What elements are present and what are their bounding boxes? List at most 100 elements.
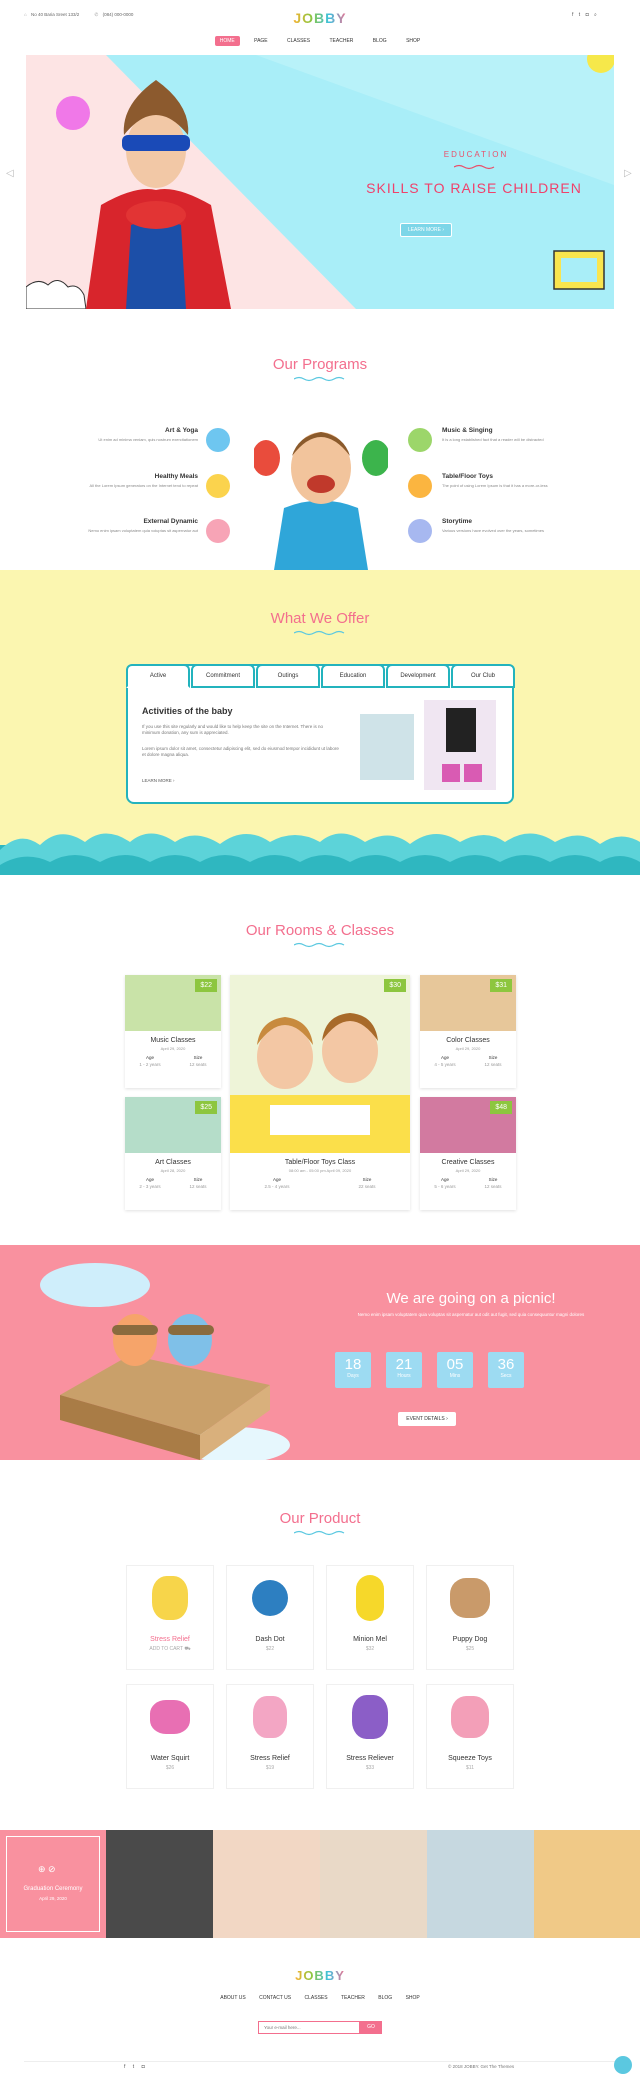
- art-icon: [206, 428, 230, 452]
- product-card[interactable]: Squeeze Toys $11: [426, 1684, 514, 1789]
- footer-nav-teacher[interactable]: TEACHER: [341, 1995, 365, 2001]
- logo-text: JOBBY: [293, 10, 347, 26]
- footer-logo-text: JOBBY: [295, 1968, 345, 1983]
- facebook-icon[interactable]: f: [124, 2064, 125, 2070]
- product-image: [127, 1685, 213, 1749]
- nav-classes[interactable]: CLASSES: [282, 36, 315, 46]
- nav-blog[interactable]: BLOG: [368, 36, 392, 46]
- program-storytime[interactable]: Storytime Various versions have evolved …: [442, 518, 552, 534]
- rooms-wave-divider: [294, 942, 345, 948]
- room-card-color[interactable]: $31 Color Classes April 29, 2020 Age 4 - …: [420, 975, 516, 1088]
- size-value: 22 seats: [358, 1184, 376, 1189]
- nav-teacher[interactable]: TEACHER: [325, 36, 359, 46]
- footer-nav-blog[interactable]: BLOG: [378, 1995, 392, 2001]
- tab-development[interactable]: Development: [386, 664, 450, 688]
- countdown-mins: 05 Mins: [437, 1352, 473, 1388]
- room-date: April 28, 2020: [160, 1168, 186, 1173]
- nav-page[interactable]: PAGE: [249, 36, 273, 46]
- story-icon: [408, 519, 432, 543]
- twitter-icon[interactable]: t: [133, 2064, 134, 2070]
- room-card-music[interactable]: $22 Music Classes April 29, 2020 Age 1 - …: [125, 975, 221, 1088]
- countdown-secs: 36 Secs: [488, 1352, 524, 1388]
- gallery-photo[interactable]: [213, 1830, 320, 1938]
- program-art-yoga[interactable]: Art & Yoga Ut enim ad minima veniam, qui…: [88, 427, 198, 443]
- rooms-title: Our Rooms & Classes: [245, 922, 395, 939]
- gallery-photo[interactable]: [106, 1830, 213, 1938]
- product-name: Squeeze Toys: [448, 1755, 492, 1762]
- hero-learn-more-button[interactable]: LEARN MORE ›: [400, 223, 452, 237]
- countdown-number: 05: [446, 1356, 464, 1373]
- program-healthy-meals[interactable]: Healthy Meals All the Lorem Ipsum genera…: [88, 473, 198, 489]
- product-price: $33: [365, 1765, 375, 1771]
- programs-title: Our Programs: [272, 356, 368, 373]
- room-card-featured[interactable]: $30 Table/Floor Toys Class 08:00 am - 05…: [230, 975, 410, 1210]
- product-card[interactable]: Minion Mel $32: [326, 1565, 414, 1670]
- dynamic-icon: [206, 519, 230, 543]
- tab-education[interactable]: Education: [321, 664, 385, 688]
- nav-shop[interactable]: SHOP: [401, 36, 425, 46]
- age-label: Age: [272, 1177, 281, 1182]
- newsletter-email-input[interactable]: [258, 2021, 360, 2034]
- footer-nav-shop[interactable]: SHOP: [406, 1995, 420, 2001]
- tab-commitment[interactable]: Commitment: [191, 664, 255, 688]
- gallery-photo[interactable]: [427, 1830, 534, 1938]
- offer-photo-1: [360, 714, 414, 780]
- room-price: $31: [490, 979, 512, 992]
- slider-prev-icon[interactable]: ◁: [6, 168, 14, 179]
- gallery-photo[interactable]: [534, 1830, 640, 1938]
- header-logo[interactable]: JOBBY: [0, 10, 640, 26]
- offer-link-label: LEARN MORE: [142, 778, 172, 783]
- nav-home[interactable]: HOME: [214, 36, 240, 46]
- product-card[interactable]: Water Squirt $26: [126, 1684, 214, 1789]
- footer-logo[interactable]: JOBBY: [0, 1968, 640, 1983]
- event-button-label: EVENT DETAILS: [406, 1416, 445, 1422]
- footer-nav-contact[interactable]: CONTACT US: [259, 1995, 291, 2001]
- offer-wave-divider: [294, 630, 345, 636]
- room-title: Table/Floor Toys Class: [284, 1159, 356, 1166]
- product-card[interactable]: Stress Relief ADD TO CART ⛟: [126, 1565, 214, 1670]
- product-image: [227, 1566, 313, 1630]
- room-photo: $31: [420, 975, 516, 1031]
- room-card-art[interactable]: $25 Art Classes April 28, 2020 Age 2 - 3 …: [125, 1097, 221, 1210]
- footer-nav-classes[interactable]: CLASSES: [305, 1995, 328, 2001]
- event-details-button[interactable]: EVENT DETAILS ›: [398, 1412, 456, 1426]
- tab-active[interactable]: Active: [126, 664, 190, 688]
- picnic-desc: Nemo enim ipsam voluptatem quia voluptas…: [357, 1312, 585, 1317]
- product-card[interactable]: Stress Relief $19: [226, 1684, 314, 1789]
- zoom-icon[interactable]: ⊕ ⊘: [38, 1864, 56, 1875]
- product-card[interactable]: Stress Reliever $33: [326, 1684, 414, 1789]
- offer-paragraph-1: If you use this site regularly and would…: [142, 724, 324, 735]
- gallery-photo[interactable]: [320, 1830, 427, 1938]
- offer-learn-more-link[interactable]: LEARN MORE ›: [142, 778, 175, 783]
- tab-our-club[interactable]: Our Club: [451, 664, 515, 688]
- room-title: Art Classes: [155, 1159, 191, 1166]
- picnic-title: We are going on a picnic!: [386, 1290, 556, 1307]
- product-name: Stress Relief: [250, 1755, 290, 1762]
- tab-outings[interactable]: Outings: [256, 664, 320, 688]
- slider-next-icon[interactable]: ▷: [624, 168, 632, 179]
- program-music-singing[interactable]: Music & Singing It is a long established…: [442, 427, 552, 443]
- age-label: Age: [441, 1055, 450, 1060]
- gallery-event-date: April 29, 2020: [39, 1896, 67, 1901]
- picnic-section: [0, 1245, 640, 1463]
- product-name: Stress Reliever: [346, 1755, 394, 1762]
- program-table-floor-toys[interactable]: Table/Floor Toys The point of using Lore…: [442, 473, 552, 489]
- product-card[interactable]: Puppy Dog $25: [426, 1565, 514, 1670]
- add-to-cart-link[interactable]: ADD TO CART ⛟: [127, 1646, 213, 1653]
- cloud-wave-divider: [0, 833, 640, 875]
- size-value: 12 seats: [484, 1062, 502, 1067]
- offer-paragraph-2: Lorem ipsum dolor sit amet, consectetur …: [142, 746, 339, 757]
- children-reading-image: [230, 975, 410, 1153]
- instagram-icon[interactable]: ◘: [142, 2064, 145, 2070]
- program-external-dynamic[interactable]: External Dynamic Nemo enim ipsam volupta…: [88, 518, 198, 534]
- room-card-creative[interactable]: $48 Creative Classes April 29, 2020 Age 5…: [420, 1097, 516, 1210]
- size-value: 12 seats: [189, 1184, 207, 1189]
- age-label: Age: [441, 1177, 450, 1182]
- product-card[interactable]: Dash Dot $22: [226, 1565, 314, 1670]
- back-to-top-icon[interactable]: [614, 2056, 632, 2074]
- newsletter-submit-button[interactable]: GO: [360, 2021, 382, 2034]
- age-value: 5 - 6 years: [434, 1184, 456, 1189]
- gallery-event-tile[interactable]: ⊕ ⊘ Graduation Ceremony April 29, 2020: [0, 1830, 106, 1938]
- footer-nav-about[interactable]: ABOUT US: [220, 1995, 245, 2001]
- program-desc: Various versions have evolved over the y…: [442, 528, 544, 533]
